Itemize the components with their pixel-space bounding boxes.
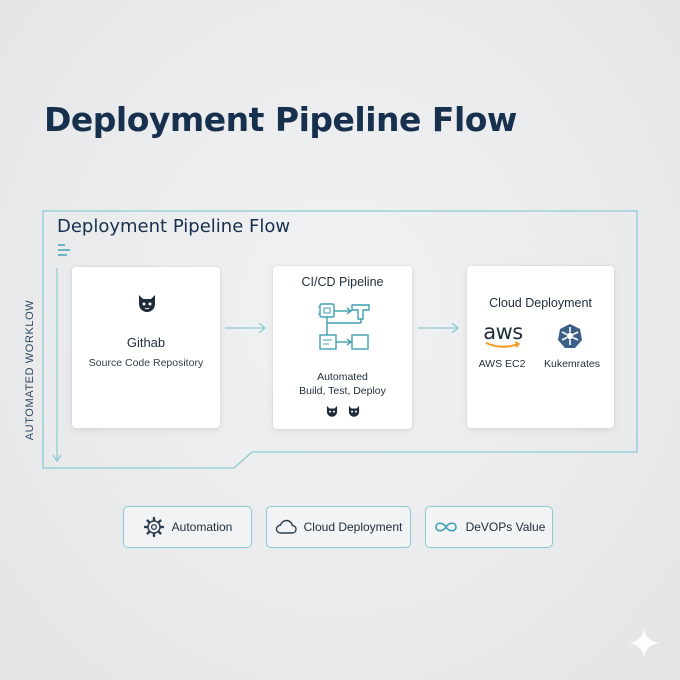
- frame-title: Deployment Pipeline Flow: [57, 216, 291, 237]
- menu-icon: [58, 244, 70, 256]
- kubernetes-label: Kukemrates: [543, 358, 601, 370]
- value-label-automation: Automation: [171, 520, 233, 534]
- cat-icon: [326, 405, 338, 417]
- source-title: Githab: [126, 335, 166, 350]
- value-pill-automation[interactable]: Automation: [123, 506, 252, 548]
- kubernetes-icon: [558, 324, 582, 348]
- aws-logo-icon: aws: [481, 320, 525, 349]
- aws-logo-text: aws: [483, 320, 523, 344]
- cat-icon: [348, 405, 360, 417]
- value-pill-cloud[interactable]: Cloud Deployment: [266, 506, 411, 548]
- flow-arrow: [418, 322, 460, 334]
- source-card[interactable]: Githab Source Code Repository: [72, 267, 220, 428]
- cicd-desc-line2: Build, Test, Deploy: [299, 385, 386, 397]
- cloud-title: Cloud Deployment: [489, 296, 592, 310]
- cloud-card[interactable]: Cloud Deployment aws AWS EC2 Kukemrates: [467, 266, 614, 428]
- value-label-cloud: Cloud Deployment: [303, 520, 403, 534]
- cicd-desc-line1: Automated: [317, 371, 368, 383]
- value-pill-devops[interactable]: DeVOPs Value: [425, 506, 553, 548]
- source-subtitle: Source Code Repository: [88, 357, 204, 369]
- cloud-icon: [275, 519, 297, 534]
- cat-icon: [139, 295, 155, 312]
- infinity-icon: [434, 522, 457, 532]
- value-label-devops: DeVOPs Value: [465, 520, 546, 534]
- sparkle-icon: [628, 627, 660, 659]
- cicd-title: CI/CD Pipeline: [301, 275, 384, 289]
- cicd-card[interactable]: CI/CD Pipeline Automated Build, Test, De…: [273, 266, 412, 429]
- flow-arrow: [225, 322, 267, 334]
- aws-label: AWS EC2: [478, 358, 526, 370]
- vertical-label: AUTOMATED WORKLOW: [24, 299, 36, 441]
- gear-icon: [143, 516, 164, 538]
- pipeline-flow-icon: [318, 303, 370, 350]
